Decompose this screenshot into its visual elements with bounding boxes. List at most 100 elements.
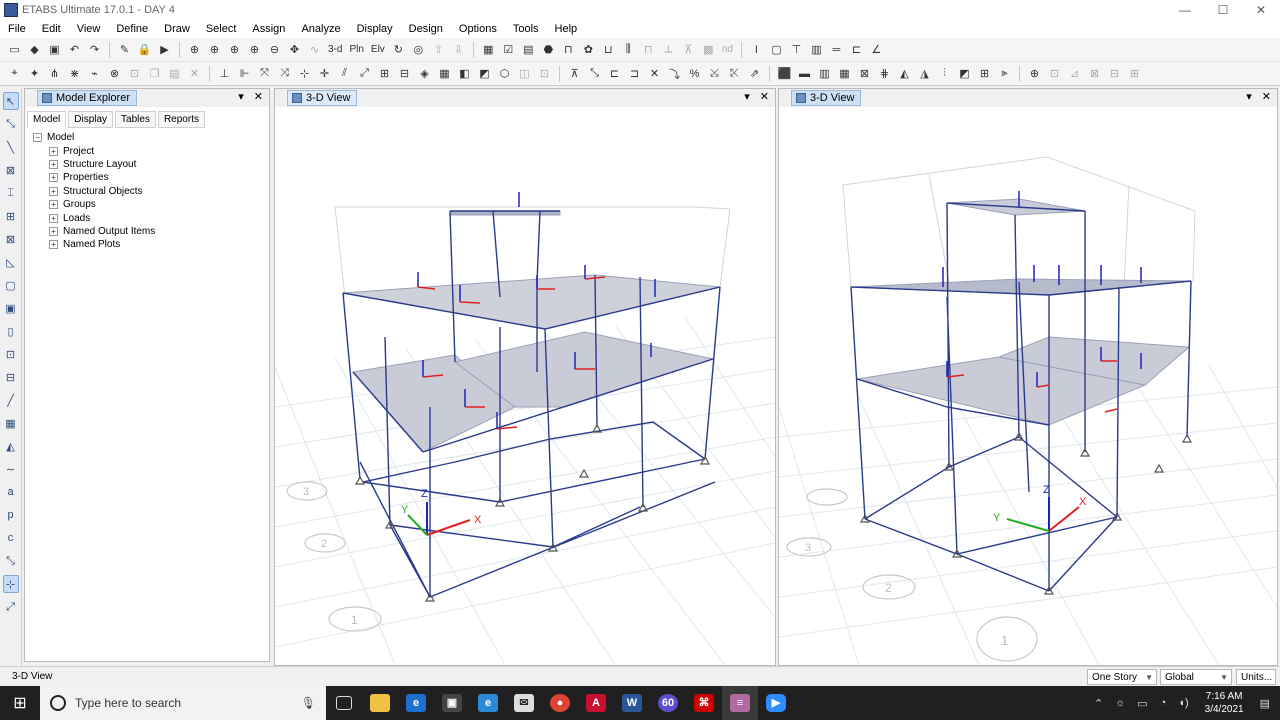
run-analysis-icon[interactable]: ▶ [156,41,173,58]
snap-line-icon[interactable]: ⤢ [3,598,19,616]
mesh-icon[interactable]: ⊡ [126,65,143,82]
area-load-icon[interactable]: ⫽ [336,65,353,82]
mark-icon[interactable]: ⊠ [1086,65,1103,82]
tab-tables[interactable]: Tables [115,111,156,128]
draw-wall-icon[interactable]: ▣ [3,299,19,317]
filter-icon[interactable]: ⊤ [788,41,805,58]
divide-icon[interactable]: ⊹ [296,65,313,82]
tree-item-project[interactable]: + Project [33,144,155,157]
area-load-uniform-icon[interactable]: ◮ [916,65,933,82]
menu-help[interactable]: Help [547,23,586,35]
beam-icon[interactable]: ⊏ [606,65,623,82]
network-icon[interactable]: ☼ [1115,697,1125,709]
pointer-icon[interactable]: ⊿ [1066,65,1083,82]
object-shrink-icon[interactable]: ▦ [480,41,497,58]
menu-select[interactable]: Select [198,23,245,35]
draw-line-icon[interactable]: ╲ [3,138,19,156]
snap-icon[interactable]: ⤡ [3,552,19,570]
check-icon[interactable]: ⊡ [1046,65,1063,82]
draw-secondary-icon[interactable]: ⊠ [3,230,19,248]
table-icon[interactable]: ▢ [768,41,785,58]
area-spring-icon[interactable]: ⋕ [876,65,893,82]
zoom-region-icon[interactable]: ⊕ [1026,65,1043,82]
dimension-icon[interactable]: ═ [828,41,845,58]
restraint-icon[interactable]: ⋔ [46,65,63,82]
tree-item-groups[interactable]: + Groups [33,198,155,211]
volume-icon[interactable]: ◖) [1178,697,1188,709]
pier-icon[interactable]: ◫ [516,65,533,82]
wifi-icon[interactable]: ◔ [1160,697,1167,709]
panel-dropdown-icon[interactable]: ▾ [238,90,244,103]
release-icon[interactable]: ⊩ [236,65,253,82]
perspective-icon[interactable]: ◎ [410,41,427,58]
store-icon[interactable]: ▣ [434,686,470,720]
extra-icon[interactable]: ⊞ [1126,65,1143,82]
right-3d-model-canvas[interactable]: 3 2 1 Z X Y [779,107,1277,665]
menu-assign[interactable]: Assign [244,23,293,35]
plan-view-button[interactable]: Pln [347,41,365,58]
select-arrow-icon[interactable]: ↖ [2,92,19,110]
draw-rect-floor-icon[interactable]: ▢ [3,276,19,294]
area-diaphragm-icon[interactable]: ◭ [896,65,913,82]
frame-property-icon[interactable]: ⊼ [566,65,583,82]
word-icon[interactable]: W [614,686,650,720]
file-explorer-icon[interactable] [362,686,398,720]
draw-curve-icon[interactable]: ∼ [3,460,19,478]
frame-load-icon[interactable]: ⤨ [276,65,293,82]
shell-icon[interactable]: ◩ [956,65,973,82]
edge-browser-icon[interactable]: e [398,686,434,720]
draw-beam-icon[interactable]: ⊠ [3,161,19,179]
story-select[interactable]: One Story ▼ [1087,669,1157,685]
panel-close-icon[interactable]: ✕ [1262,90,1271,103]
zoom-in-icon[interactable]: ⊕ [246,41,263,58]
spandrel-icon[interactable]: ⊡ [536,65,553,82]
select-previous-icon[interactable]: p [3,506,19,524]
section-cut-icon[interactable]: ⊓ [640,41,657,58]
opening-icon[interactable]: ⬡ [496,65,513,82]
set-display-options-icon[interactable]: ☑ [500,41,517,58]
tree-item-properties[interactable]: + Properties [33,171,155,184]
nd-button[interactable]: nd [720,41,735,58]
area-mesh-icon[interactable]: ▦ [836,65,853,82]
menu-display[interactable]: Display [349,23,401,35]
draw-joint-icon[interactable]: ✦ [26,65,43,82]
expand-icon[interactable]: + [49,200,58,210]
assign-icon[interactable]: ▤ [520,41,537,58]
zoom-all-icon[interactable]: ⊕ [226,41,243,58]
lock-icon[interactable]: 🔒 [136,41,153,58]
panel-close-icon[interactable]: ✕ [760,90,769,103]
support-icon[interactable]: ⊟ [396,65,413,82]
draw-grid-icon[interactable]: ⊡ [3,345,19,363]
percent-icon[interactable]: % [686,65,703,82]
view-3d-button[interactable]: 3-d [326,41,344,58]
notification-app-icon[interactable]: 60 [650,686,686,720]
select-pointer-icon[interactable]: ⌖ [6,65,23,82]
temp-load-icon[interactable]: ⊞ [376,65,393,82]
battery-icon[interactable]: ▭ [1137,697,1147,710]
menu-design[interactable]: Design [401,23,451,35]
chevron-up-icon[interactable]: ⌃ [1094,697,1103,710]
auto-mesh-icon[interactable]: ⊞ [976,65,993,82]
tree-item-structural-objects[interactable]: + Structural Objects [33,185,155,198]
line-style-icon[interactable]: ∠ [868,41,885,58]
reshape-icon[interactable]: ⤡ [3,115,19,133]
wall-icon[interactable]: ◩ [476,65,493,82]
acrobat-icon[interactable]: ⌘ [686,686,722,720]
brace-icon[interactable]: ⤡ [586,65,603,82]
spring-icon[interactable]: ⋇ [66,65,83,82]
units-button[interactable]: Units... [1236,669,1276,685]
redo-icon[interactable]: ↷ [86,41,103,58]
microphone-icon[interactable]: 🎙 [301,696,316,710]
wind-pressure-icon[interactable]: ⫸ [996,65,1013,82]
pencil-icon[interactable]: ✎ [116,41,133,58]
draw-ramp-icon[interactable]: ◭ [3,437,19,455]
delete-icon[interactable]: ✕ [186,65,203,82]
tree-item-named-output-items[interactable]: + Named Output Items [33,225,155,238]
expand-icon[interactable]: + [49,146,58,156]
tree-item-structure-layout[interactable]: + Structure Layout [33,158,155,171]
draw-table-icon[interactable]: ▦ [3,414,19,432]
slab-icon[interactable]: ▬ [796,65,813,82]
move-down-icon[interactable]: ⇩ [450,41,467,58]
area-edge-icon[interactable]: ⊠ [856,65,873,82]
maximize-button[interactable]: ☐ [1204,0,1242,20]
